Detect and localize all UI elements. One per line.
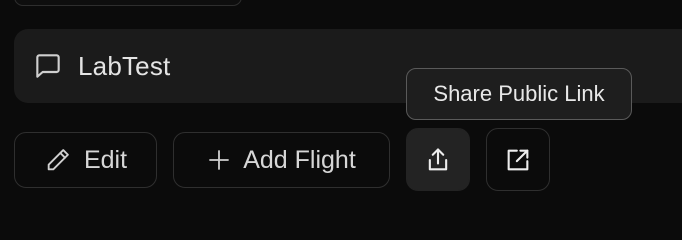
share-public-link-button[interactable]	[406, 128, 470, 191]
previous-control-fragment[interactable]	[14, 0, 242, 6]
add-flight-button[interactable]: Add Flight	[173, 132, 390, 188]
external-link-icon	[504, 146, 532, 174]
open-external-button[interactable]	[486, 128, 550, 191]
edit-label: Edit	[83, 145, 128, 174]
edit-button[interactable]: Edit	[14, 132, 157, 188]
share-tooltip: Share Public Link	[406, 68, 632, 120]
share-icon	[424, 146, 452, 174]
flight-panel: LabTest Share Public Link Edit Add Fligh…	[0, 0, 682, 214]
item-name: LabTest	[78, 50, 171, 81]
message-square-icon	[32, 50, 64, 82]
plus-icon	[207, 148, 231, 172]
add-flight-label: Add Flight	[243, 145, 356, 174]
pencil-icon	[44, 146, 72, 174]
